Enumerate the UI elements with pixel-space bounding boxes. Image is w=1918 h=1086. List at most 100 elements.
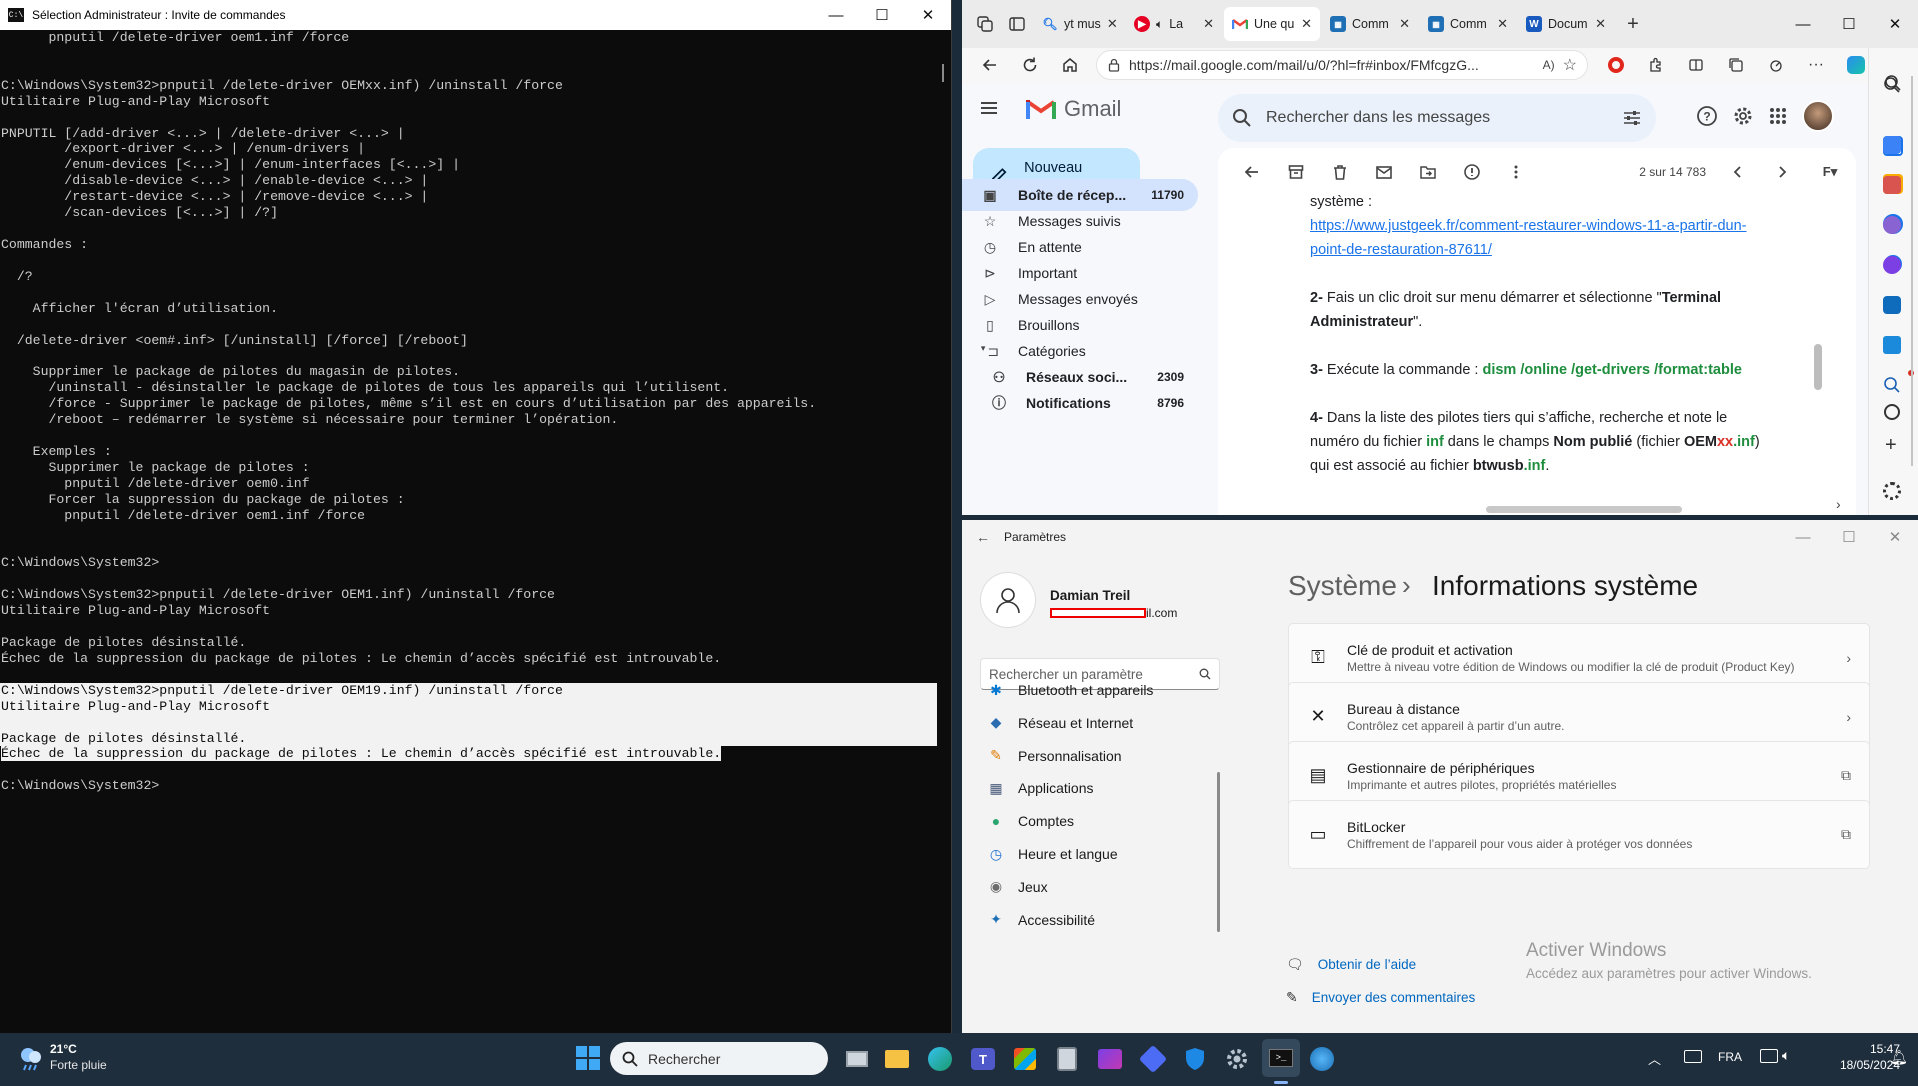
outlook-icon[interactable]: [1883, 296, 1901, 314]
tools-icon[interactable]: [1883, 176, 1901, 194]
delete-icon[interactable]: [1318, 163, 1362, 181]
window-scrollbar[interactable]: [1911, 76, 1913, 466]
edge-icon[interactable]: [923, 1042, 957, 1076]
more-vert-icon[interactable]: [1494, 163, 1538, 181]
tab-comm-1[interactable]: ▦ Comm ✕: [1322, 7, 1418, 41]
task-view-icon[interactable]: [840, 1042, 874, 1076]
expand-side-panel-icon[interactable]: ›: [1836, 496, 1841, 512]
favorite-star-icon[interactable]: ☆: [1563, 55, 1577, 75]
settings-nav-item[interactable]: ✦ Accessibilité: [980, 903, 1220, 937]
weather-icon[interactable]: [16, 1043, 46, 1073]
gmail-logo[interactable]: Gmail: [1026, 96, 1121, 122]
tab-close-icon[interactable]: ✕: [1301, 16, 1312, 32]
breadcrumb-parent[interactable]: Système: [1288, 570, 1397, 602]
url-field[interactable]: https://mail.google.com/mail/u/0/?hl=fr#…: [1096, 50, 1588, 80]
tab-comm-2[interactable]: ▦ Comm ✕: [1420, 7, 1516, 41]
move-to-icon[interactable]: [1406, 163, 1450, 181]
rail-search-icon[interactable]: [1883, 76, 1901, 94]
tab-la[interactable]: ▶ 🔈︎ La ✕: [1126, 7, 1222, 41]
collections-icon[interactable]: [1716, 48, 1756, 82]
settings-nav-item[interactable]: ▦ Applications: [980, 771, 1220, 805]
hamburger-menu-icon[interactable]: [978, 97, 1000, 119]
new-tab-button[interactable]: +: [1616, 7, 1650, 41]
more-options-icon[interactable]: ···: [1796, 48, 1836, 82]
games-icon[interactable]: [1883, 216, 1901, 234]
feedback-link[interactable]: ✎ Envoyer des commentaires: [1286, 989, 1475, 1006]
language-indicator[interactable]: FRA: [1718, 1050, 1742, 1064]
help-icon[interactable]: ?: [1696, 105, 1718, 127]
input-tools-icon[interactable]: F▾: [1804, 164, 1856, 180]
tab-gmail[interactable]: Une qu ✕: [1224, 7, 1320, 41]
maximize-button[interactable]: ☐: [1826, 522, 1872, 552]
settings-card[interactable]: ▭ BitLocker Chiffrement de l’appareil pour…: [1288, 800, 1870, 869]
settings-nav-item[interactable]: ✎ Personnalisation: [980, 739, 1220, 773]
keyboard-icon[interactable]: [1684, 1050, 1702, 1063]
archive-icon[interactable]: [1274, 163, 1318, 181]
read-aloud-icon[interactable]: A): [1543, 58, 1555, 72]
message-hscrollbar[interactable]: [1486, 506, 1682, 513]
report-spam-icon[interactable]: [1450, 163, 1494, 181]
refresh-icon[interactable]: [1010, 48, 1050, 82]
close-button[interactable]: ✕: [1872, 522, 1918, 552]
bing-search-icon[interactable]: [1883, 376, 1901, 394]
volume-icon[interactable]: 🔈︎: [1782, 1047, 1790, 1064]
clock-date[interactable]: 18/05/2024: [1820, 1058, 1900, 1072]
tab-close-icon[interactable]: ✕: [1497, 16, 1508, 32]
weather-temp[interactable]: 21°C: [50, 1042, 77, 1056]
file-explorer-icon[interactable]: [880, 1042, 914, 1076]
office-icon[interactable]: [1883, 256, 1901, 274]
store-icon[interactable]: [1008, 1042, 1042, 1076]
settings-nav-item[interactable]: ◆ Réseau et Internet: [980, 706, 1220, 740]
settings-gear-icon[interactable]: [1732, 105, 1754, 127]
settings-nav-item[interactable]: ◷ Heure et langue: [980, 837, 1220, 871]
calculator-icon[interactable]: [1050, 1042, 1084, 1076]
shopping-icon[interactable]: [1883, 136, 1901, 154]
defender-icon[interactable]: [1178, 1042, 1212, 1076]
mark-unread-icon[interactable]: [1362, 163, 1406, 181]
maximize-button[interactable]: ☐: [1826, 9, 1872, 39]
avatar[interactable]: [1802, 100, 1834, 132]
customize-add-icon[interactable]: +: [1885, 434, 1897, 457]
tab-docum[interactable]: W Docum ✕: [1518, 7, 1614, 41]
chevron-up-icon[interactable]: ︿: [1648, 1049, 1661, 1068]
taskbar-search[interactable]: Rechercher: [610, 1042, 828, 1075]
profile-icon[interactable]: [970, 7, 1000, 41]
start-button[interactable]: [573, 1043, 603, 1073]
minimize-button[interactable]: —: [1780, 522, 1826, 552]
message-scrollbar[interactable]: [1814, 344, 1822, 390]
tab-close-icon[interactable]: ✕: [1399, 16, 1410, 32]
network-tool-icon[interactable]: [1305, 1042, 1339, 1076]
back-arrow-icon[interactable]: [1230, 163, 1274, 181]
close-button[interactable]: ✕: [1872, 9, 1918, 39]
close-button[interactable]: ✕: [905, 0, 951, 30]
notification-bell-icon[interactable]: 🔔︎: [1890, 1049, 1908, 1066]
tab-close-icon[interactable]: ✕: [1107, 16, 1118, 32]
prev-icon[interactable]: [1716, 165, 1760, 179]
opera-icon[interactable]: [1596, 48, 1636, 82]
back-arrow-icon[interactable]: ←: [976, 529, 990, 545]
tab-close-icon[interactable]: ✕: [1203, 16, 1214, 32]
weather-label[interactable]: Forte pluie: [50, 1058, 107, 1072]
maximize-button[interactable]: ☐: [859, 0, 905, 30]
speaker-icon[interactable]: 🔈︎: [1156, 17, 1163, 32]
minimize-button[interactable]: —: [1780, 9, 1826, 39]
minimize-button[interactable]: —: [813, 0, 859, 30]
lock-icon[interactable]: [1107, 58, 1121, 72]
nav-scrollbar[interactable]: [1217, 772, 1220, 932]
cmd-scrollbar[interactable]: [937, 30, 951, 1033]
settings-nav-item[interactable]: ◉ Jeux: [980, 870, 1220, 904]
filter-options-icon[interactable]: [1622, 108, 1642, 128]
home-icon[interactable]: [1050, 48, 1090, 82]
tab-yt-music[interactable]: 🔍︎ yt mus ✕: [1034, 7, 1124, 41]
clipchamp-icon[interactable]: [1093, 1042, 1127, 1076]
extensions-icon[interactable]: [1636, 48, 1676, 82]
sidebar-settings-icon[interactable]: [1883, 482, 1901, 500]
settings-nav-item[interactable]: ● Comptes: [980, 804, 1220, 838]
settings-app-icon[interactable]: [1220, 1042, 1254, 1076]
settings-nav-item[interactable]: ✱ Bluetooth et appareils: [980, 673, 1220, 707]
get-help-link[interactable]: 🗨︎ Obtenir de l’aide: [1286, 956, 1416, 973]
restore-link[interactable]: https://www.justgeek.fr/comment-restaure…: [1310, 218, 1747, 258]
cmd-output[interactable]: pnputil /delete-driver oem1.inf /force C:…: [0, 30, 938, 1033]
workspaces-icon[interactable]: [1002, 7, 1032, 41]
terminal-icon[interactable]: >_: [1262, 1039, 1300, 1077]
